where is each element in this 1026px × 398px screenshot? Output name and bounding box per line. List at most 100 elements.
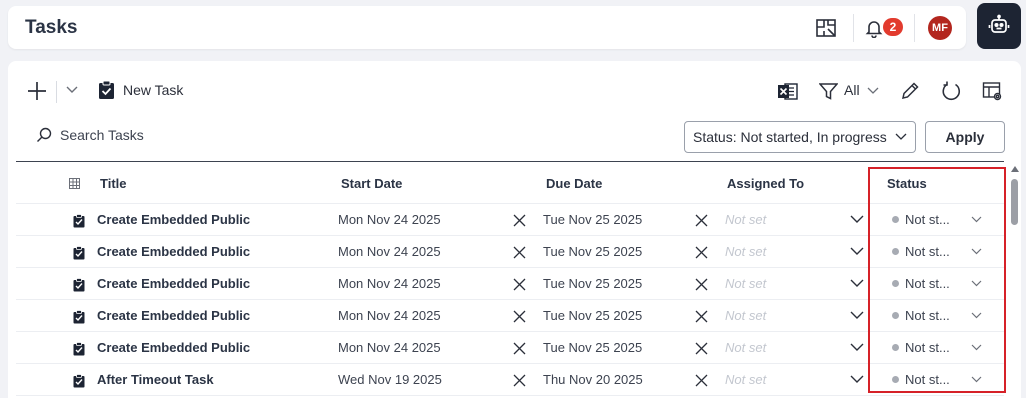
due-date-value[interactable]: Tue Nov 25 2025 [543, 340, 642, 355]
clear-start-date-icon[interactable] [513, 214, 526, 227]
chevron-down-icon[interactable] [850, 247, 864, 255]
column-title[interactable]: Title [100, 176, 127, 191]
status-dropdown[interactable]: Not st... [892, 372, 950, 387]
assigned-to-value[interactable]: Not set [725, 308, 766, 323]
new-task-button[interactable]: New Task [98, 80, 183, 100]
status-filter-value: Status: Not started, In progress [693, 129, 887, 145]
chevron-down-icon[interactable] [971, 216, 982, 223]
chevron-down-icon[interactable] [971, 344, 982, 351]
status-dropdown[interactable]: Not st... [892, 212, 950, 227]
tasks-panel: New Task All Search Tasks Status: Not st… [8, 61, 1021, 398]
task-title[interactable]: Create Embedded Public [97, 276, 250, 291]
chevron-down-icon[interactable] [866, 84, 880, 98]
due-date-value[interactable]: Tue Nov 25 2025 [543, 244, 642, 259]
clear-start-date-icon[interactable] [513, 278, 526, 291]
status-dropdown[interactable]: Not st... [892, 276, 950, 291]
task-title[interactable]: Create Embedded Public [97, 244, 250, 259]
table-row[interactable]: Create Embedded Public Mon Nov 24 2025 Tue… [16, 268, 1004, 300]
clear-due-date-icon[interactable] [695, 374, 708, 387]
chevron-down-icon[interactable] [850, 215, 864, 223]
avatar[interactable]: MF [928, 16, 952, 40]
due-date-value[interactable]: Tue Nov 25 2025 [543, 212, 642, 227]
clear-start-date-icon[interactable] [513, 374, 526, 387]
assistant-bot-button[interactable] [977, 3, 1021, 49]
pencil-icon[interactable] [899, 80, 921, 102]
filter-label[interactable]: All [844, 82, 860, 98]
status-dropdown[interactable]: Not st... [892, 308, 950, 323]
clipboard-check-icon [73, 310, 85, 324]
filter-icon[interactable] [818, 81, 838, 101]
excel-export-icon[interactable] [776, 80, 798, 102]
start-date-value[interactable]: Mon Nov 24 2025 [338, 212, 441, 227]
assigned-to-value[interactable]: Not set [725, 340, 766, 355]
chevron-down-icon[interactable] [971, 280, 982, 287]
table-settings-icon[interactable] [981, 80, 1003, 102]
status-filter-dropdown[interactable]: Status: Not started, In progress [684, 121, 916, 153]
column-grid-icon[interactable] [68, 177, 80, 189]
chevron-down-icon[interactable] [971, 376, 982, 383]
table-row[interactable]: After Timeout Task Wed Nov 19 2025 Thu Nov… [16, 364, 1004, 396]
add-icon[interactable] [26, 80, 48, 102]
clear-start-date-icon[interactable] [513, 246, 526, 259]
table-row[interactable]: Create Embedded Public Mon Nov 24 2025 Tue… [16, 332, 1004, 364]
bell-icon[interactable] [863, 17, 885, 39]
due-date-value[interactable]: Thu Nov 20 2025 [543, 372, 643, 387]
table-row[interactable]: Create Embedded Public Mon Nov 24 2025 Tue… [16, 204, 1004, 236]
column-status[interactable]: Status [887, 176, 927, 191]
vertical-scrollbar[interactable] [1009, 164, 1021, 398]
clear-due-date-icon[interactable] [695, 342, 708, 355]
scroll-thumb[interactable] [1011, 179, 1018, 225]
top-header: Tasks 2 MF [8, 6, 966, 49]
header-divider [853, 14, 854, 42]
assigned-to-value[interactable]: Not set [725, 372, 766, 387]
chevron-down-icon[interactable] [971, 312, 982, 319]
start-date-value[interactable]: Mon Nov 24 2025 [338, 276, 441, 291]
assigned-to-value[interactable]: Not set [725, 244, 766, 259]
clear-start-date-icon[interactable] [513, 310, 526, 323]
column-due-date[interactable]: Due Date [546, 176, 602, 191]
task-title[interactable]: Create Embedded Public [97, 308, 250, 323]
chevron-down-icon[interactable] [850, 279, 864, 287]
clear-due-date-icon[interactable] [695, 278, 708, 291]
start-date-value[interactable]: Mon Nov 24 2025 [338, 340, 441, 355]
task-title[interactable]: Create Embedded Public [97, 212, 250, 227]
column-assigned-to[interactable]: Assigned To [727, 176, 804, 191]
assigned-to-value[interactable]: Not set [725, 276, 766, 291]
due-date-value[interactable]: Tue Nov 25 2025 [543, 276, 642, 291]
clipboard-check-icon [98, 80, 115, 100]
start-date-value[interactable]: Mon Nov 24 2025 [338, 308, 441, 323]
clear-due-date-icon[interactable] [695, 214, 708, 227]
status-dot-icon [892, 376, 899, 383]
clear-due-date-icon[interactable] [695, 310, 708, 323]
clear-due-date-icon[interactable] [695, 246, 708, 259]
apply-button[interactable]: Apply [925, 121, 1005, 153]
status-dropdown[interactable]: Not st... [892, 340, 950, 355]
assigned-to-value[interactable]: Not set [725, 212, 766, 227]
search-box[interactable]: Search Tasks [36, 127, 144, 143]
chevron-down-icon[interactable] [850, 375, 864, 383]
start-date-value[interactable]: Wed Nov 19 2025 [338, 372, 442, 387]
chevron-down-icon[interactable] [850, 311, 864, 319]
chevron-down-icon[interactable] [850, 343, 864, 351]
clipboard-check-icon [73, 342, 85, 356]
refresh-icon[interactable] [940, 80, 962, 102]
chevron-down-icon [895, 133, 907, 141]
floor-plan-icon[interactable] [815, 17, 837, 39]
table-row[interactable]: Create Embedded Public Mon Nov 24 2025 Tue… [16, 236, 1004, 268]
clear-start-date-icon[interactable] [513, 342, 526, 355]
task-title[interactable]: Create Embedded Public [97, 340, 250, 355]
table-row[interactable]: Create Embedded Public Mon Nov 24 2025 Tue… [16, 300, 1004, 332]
due-date-value[interactable]: Tue Nov 25 2025 [543, 308, 642, 323]
start-date-value[interactable]: Mon Nov 24 2025 [338, 244, 441, 259]
column-start-date[interactable]: Start Date [341, 176, 402, 191]
chevron-down-icon[interactable] [971, 248, 982, 255]
search-input[interactable]: Search Tasks [60, 127, 144, 143]
status-value: Not st... [905, 340, 950, 355]
status-dropdown[interactable]: Not st... [892, 244, 950, 259]
search-icon [36, 127, 52, 143]
chevron-down-icon[interactable] [64, 82, 80, 98]
status-value: Not st... [905, 372, 950, 387]
task-title[interactable]: After Timeout Task [97, 372, 214, 387]
status-dot-icon [892, 248, 899, 255]
scroll-up-arrow-icon[interactable] [1011, 166, 1019, 172]
